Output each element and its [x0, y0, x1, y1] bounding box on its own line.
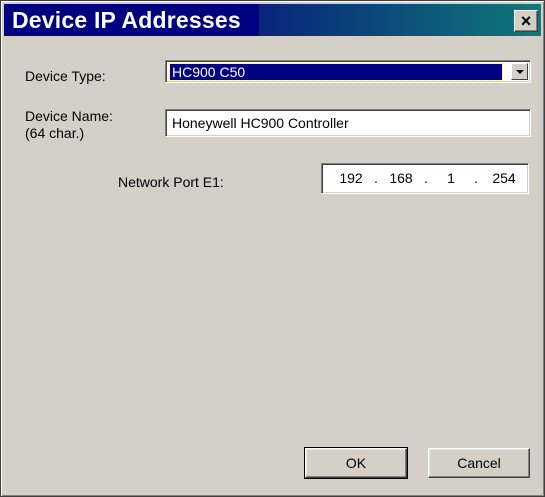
cancel-button[interactable]: Cancel: [428, 448, 530, 478]
device-name-input[interactable]: Honeywell HC900 Controller: [165, 109, 531, 137]
device-name-hint: (64 char.): [25, 125, 85, 141]
ok-button[interactable]: OK: [304, 447, 408, 479]
network-port-label: Network Port E1:: [118, 174, 224, 190]
ip-dot-1: .: [374, 170, 378, 186]
dropdown-button[interactable]: [511, 63, 528, 80]
ip-address-field[interactable]: 192 . 168 . 1 . 254: [321, 163, 529, 194]
ip-octet-3[interactable]: 1: [436, 170, 466, 186]
ip-dot-2: .: [424, 170, 428, 186]
ip-address-row: 192 . 168 . 1 . 254: [322, 170, 530, 188]
ip-octet-4[interactable]: 254: [486, 170, 522, 186]
title-bar[interactable]: Device IP Addresses ×: [4, 4, 541, 36]
dialog-title: Device IP Addresses: [12, 7, 241, 33]
device-name-label: Device Name:: [25, 108, 113, 124]
ip-octet-2[interactable]: 168: [386, 170, 416, 186]
device-type-selected-value: HC900 C50: [169, 63, 503, 81]
close-icon: ×: [520, 11, 532, 31]
device-type-label: Device Type:: [25, 68, 106, 84]
ip-octet-1[interactable]: 192: [336, 170, 366, 186]
ip-dot-3: .: [474, 170, 478, 186]
dialog-window: Device IP Addresses × Device Type: HC900…: [0, 0, 545, 497]
close-button[interactable]: ×: [514, 10, 538, 32]
chevron-down-icon: [515, 69, 524, 74]
device-name-value: Honeywell HC900 Controller: [172, 115, 349, 131]
device-type-dropdown[interactable]: HC900 C50: [165, 60, 531, 83]
